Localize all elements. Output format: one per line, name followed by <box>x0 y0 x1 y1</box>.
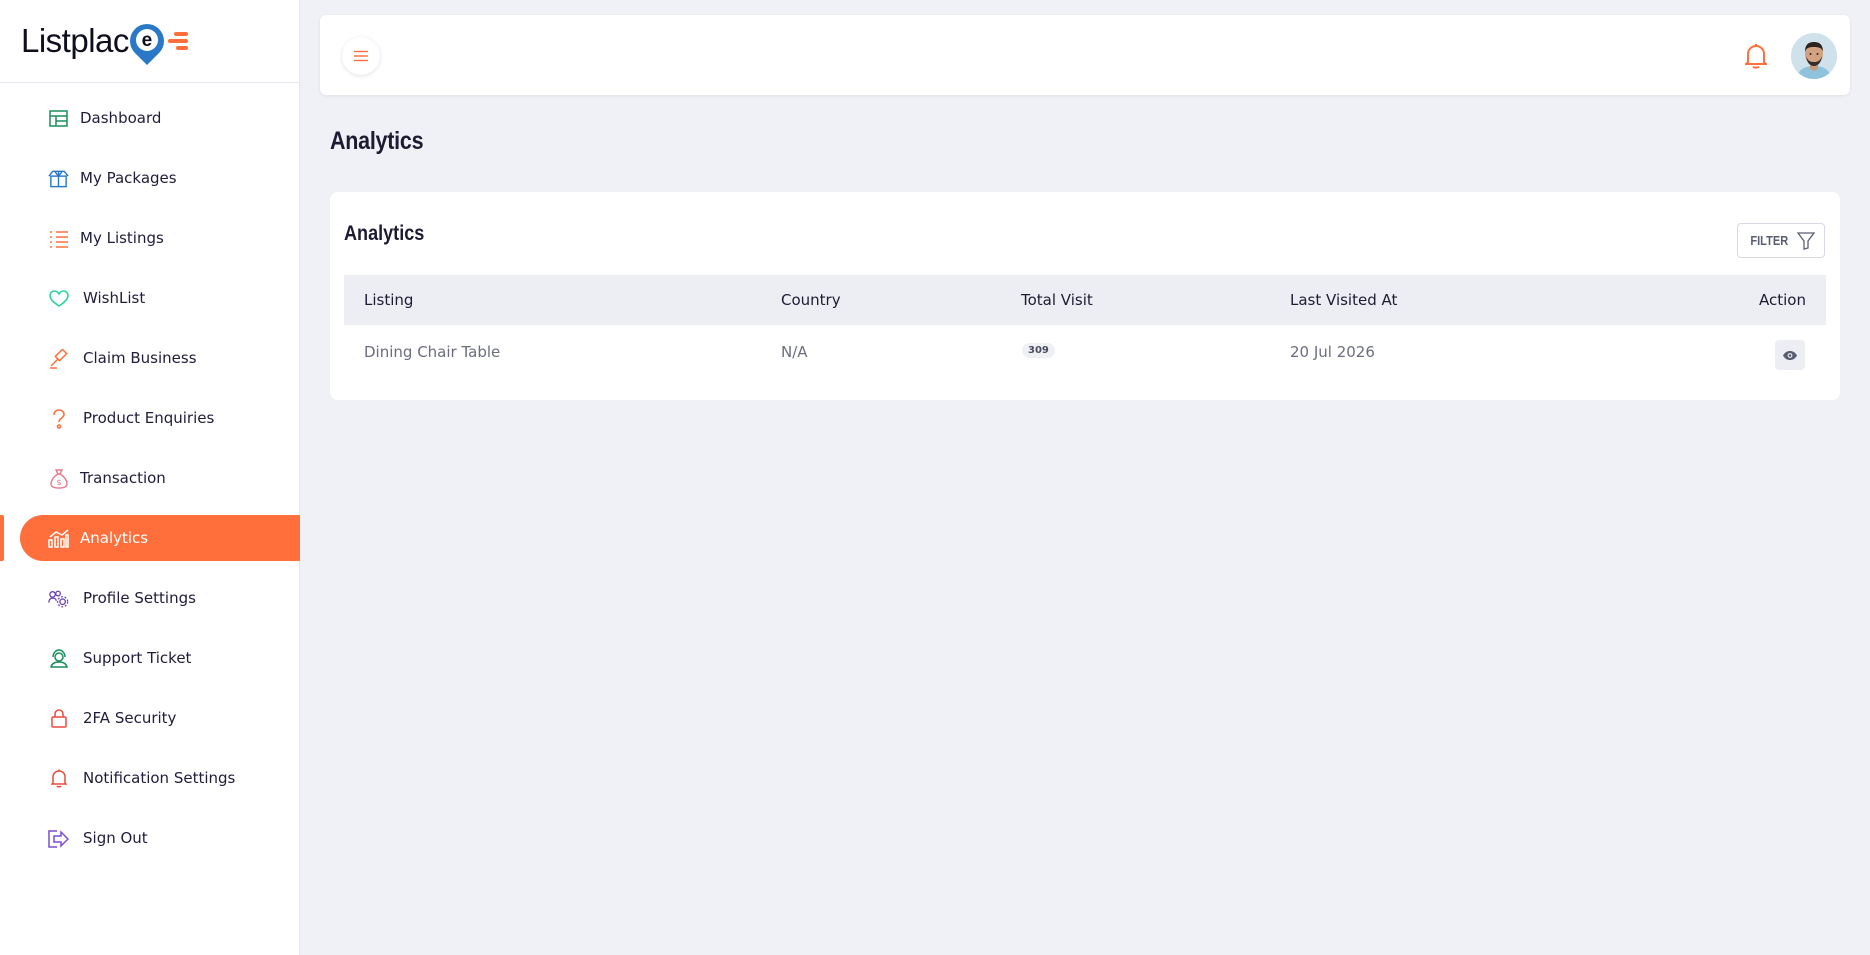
avatar[interactable] <box>1791 33 1837 79</box>
headset-icon <box>48 648 69 669</box>
brand-logo[interactable]: Listplac e <box>0 0 299 83</box>
top-header <box>320 15 1850 95</box>
grid-icon <box>48 108 69 129</box>
sidebar-item-notification-settings[interactable]: Notification Settings <box>0 755 299 801</box>
sidebar-item-analytics[interactable]: Analytics <box>0 515 300 561</box>
analytics-card: Analytics FILTER Listing Country Total V… <box>330 192 1840 400</box>
sidebar-item-label: Notification Settings <box>83 769 236 787</box>
sidebar-item-label: Dashboard <box>80 109 162 127</box>
active-indicator <box>0 515 4 561</box>
bell-icon <box>48 768 69 789</box>
filter-button-label: FILTER <box>1750 233 1788 248</box>
brand-name: Listplac <box>21 22 129 59</box>
analytics-icon <box>48 528 69 549</box>
sidebar-item-label: My Listings <box>80 229 164 247</box>
money-bag-icon: $ <box>48 468 69 489</box>
lock-icon <box>48 708 69 729</box>
visit-count-badge: 309 <box>1022 343 1055 358</box>
sidebar-item-dashboard[interactable]: Dashboard <box>0 95 299 141</box>
sidebar-item-label: Sign Out <box>83 829 148 847</box>
list-icon <box>48 228 69 249</box>
question-icon <box>48 408 69 429</box>
sign-out-icon <box>48 828 69 849</box>
hamburger-icon <box>354 50 368 62</box>
map-pin-icon: e <box>122 16 171 66</box>
column-header-listing: Listing <box>364 291 414 309</box>
bell-icon <box>1745 44 1767 69</box>
sidebar-item-2fa-security[interactable]: 2FA Security <box>0 695 299 741</box>
notifications-button[interactable] <box>1737 37 1775 75</box>
sidebar: Listplac e Dashboard My Packages My List… <box>0 0 300 955</box>
cell-last-visited: 20 Jul 2026 <box>1290 343 1375 361</box>
column-header-country: Country <box>781 291 841 309</box>
user-avatar-icon <box>1791 33 1837 79</box>
sidebar-item-label: Profile Settings <box>83 589 196 607</box>
sidebar-item-label: Support Ticket <box>83 649 192 667</box>
sidebar-item-label: Product Enquiries <box>83 409 215 427</box>
funnel-icon <box>1797 231 1816 250</box>
sidebar-item-my-listings[interactable]: My Listings <box>0 215 299 261</box>
user-gear-icon <box>48 588 69 609</box>
svg-text:$: $ <box>56 478 61 487</box>
brand-mark-letter: e <box>135 29 158 51</box>
sidebar-item-product-enquiries[interactable]: Product Enquiries <box>0 395 299 441</box>
speed-lines-icon <box>167 32 188 50</box>
sidebar-item-my-packages[interactable]: My Packages <box>0 155 299 201</box>
sidebar-item-sign-out[interactable]: Sign Out <box>0 815 299 861</box>
sidebar-item-claim-business[interactable]: Claim Business <box>0 335 299 381</box>
column-header-total-visit: Total Visit <box>1021 291 1093 309</box>
filter-button[interactable]: FILTER <box>1737 223 1825 258</box>
sidebar-item-support-ticket[interactable]: Support Ticket <box>0 635 299 681</box>
sidebar-item-label: Transaction <box>80 469 166 487</box>
sidebar-item-wishlist[interactable]: WishList <box>0 275 299 321</box>
sidebar-item-label: Claim Business <box>83 349 197 367</box>
cell-listing[interactable]: Dining Chair Table <box>364 343 500 361</box>
sidebar-item-label: My Packages <box>80 169 177 187</box>
menu-toggle-button[interactable] <box>342 37 380 75</box>
sidebar-item-profile-settings[interactable]: Profile Settings <box>0 575 299 621</box>
heart-icon <box>48 288 69 309</box>
box-icon <box>48 168 69 189</box>
table-header: Listing Country Total Visit Last Visited… <box>344 275 1826 325</box>
view-button[interactable] <box>1775 340 1805 370</box>
analytics-table: Listing Country Total Visit Last Visited… <box>344 275 1826 377</box>
sidebar-item-label: Analytics <box>80 529 149 547</box>
cell-country: N/A <box>781 343 808 361</box>
sidebar-nav: Dashboard My Packages My Listings WishLi… <box>0 83 300 861</box>
table-row: Dining Chair Table N/A 309 20 Jul 2026 <box>344 325 1826 377</box>
sidebar-item-label: 2FA Security <box>83 709 177 727</box>
sidebar-item-transaction[interactable]: $ Transaction <box>0 455 299 501</box>
page-title: Analytics <box>330 127 424 155</box>
eye-icon <box>1783 350 1797 360</box>
card-title: Analytics <box>344 222 425 245</box>
sidebar-item-label: WishList <box>83 289 146 307</box>
gavel-icon <box>48 348 69 369</box>
column-header-last-visited: Last Visited At <box>1290 291 1398 309</box>
column-header-action: Action <box>1759 291 1806 309</box>
